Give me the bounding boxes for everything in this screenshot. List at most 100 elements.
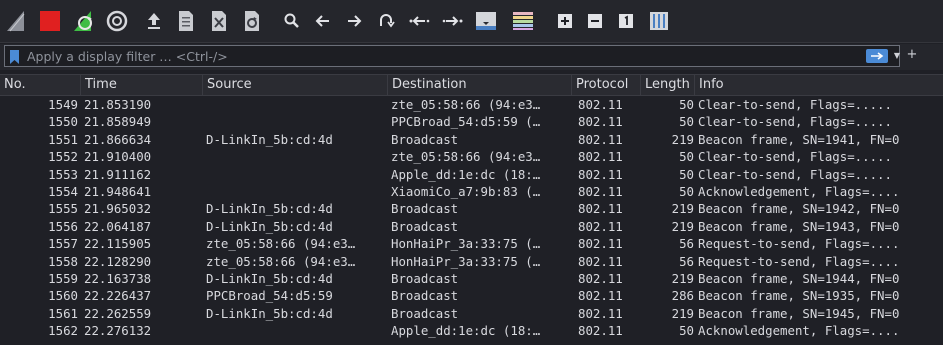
capture-options-icon[interactable] — [103, 7, 131, 35]
cell-protocol: 802.11 — [578, 166, 623, 182]
column-header-length[interactable]: Length — [640, 75, 694, 95]
cell-no: 1549 — [48, 97, 78, 112]
cell-protocol: 802.11 — [578, 323, 623, 339]
go-back-icon[interactable] — [309, 7, 337, 35]
cell-info: Request-to-send, Flags=.... — [698, 253, 900, 269]
cell-no: 1560 — [48, 288, 78, 304]
last-packet-icon[interactable] — [439, 7, 467, 35]
cell-protocol: 802.11 — [578, 288, 623, 304]
main-toolbar — [0, 0, 943, 43]
zoom-in-icon[interactable] — [551, 7, 579, 35]
chevron-down-icon[interactable]: ▼ — [892, 49, 902, 63]
go-forward-icon[interactable] — [340, 7, 368, 35]
cell-no: 1561 — [48, 305, 78, 321]
table-row[interactable]: 1561 22.262559 D-LinkIn_5b:cd:4d Broadca… — [0, 305, 943, 322]
cell-no: 1559 — [48, 270, 78, 286]
packet-list: 1549 21.853190 zte_05:58:66 (94:e3… 802.… — [0, 96, 943, 345]
start-capture-icon[interactable] — [3, 7, 31, 35]
column-header-info[interactable]: Info — [694, 75, 943, 95]
add-filter-button-icon[interactable]: + — [906, 48, 918, 62]
column-header-no[interactable]: No. — [0, 75, 80, 95]
cell-length: 50 — [679, 97, 694, 112]
cell-destination: Apple_dd:1e:dc (18:… — [391, 166, 541, 182]
cell-no: 1550 — [48, 114, 78, 130]
auto-scroll-icon[interactable] — [472, 7, 500, 35]
cell-time: 21.853190 — [84, 97, 152, 112]
table-row[interactable]: 1556 22.064187 D-LinkIn_5b:cd:4d Broadca… — [0, 218, 943, 235]
table-row[interactable]: 1560 22.226437 PPCBroad_54:d5:59 Broadca… — [0, 287, 943, 304]
display-filter-input[interactable] — [27, 46, 847, 66]
table-row[interactable]: 1557 22.115905 zte_05:58:66 (94:e3… HonH… — [0, 235, 943, 252]
cell-source: D-LinkIn_5b:cd:4d — [206, 218, 333, 234]
cell-info: Beacon frame, SN=1942, FN=0 — [698, 201, 900, 217]
cell-source: D-LinkIn_5b:cd:4d — [206, 305, 333, 321]
cell-info: Beacon frame, SN=1941, FN=0 — [698, 131, 900, 147]
cell-protocol: 802.11 — [578, 97, 623, 112]
cell-destination: Broadcast — [391, 131, 459, 147]
cell-time: 22.115905 — [84, 236, 152, 252]
table-row[interactable]: 1549 21.853190 zte_05:58:66 (94:e3… 802.… — [0, 96, 943, 113]
cell-destination: Broadcast — [391, 270, 459, 286]
cell-no: 1554 — [48, 183, 78, 199]
table-row[interactable]: 1551 21.866634 D-LinkIn_5b:cd:4d Broadca… — [0, 131, 943, 148]
cell-length: 50 — [679, 114, 694, 130]
bookmark-icon[interactable] — [9, 49, 20, 64]
table-row[interactable]: 1555 21.965032 D-LinkIn_5b:cd:4d Broadca… — [0, 200, 943, 217]
cell-time: 21.965032 — [84, 201, 152, 217]
zoom-out-icon[interactable] — [581, 7, 609, 35]
cell-info: Clear-to-send, Flags=..... — [698, 166, 892, 182]
cell-length: 56 — [679, 253, 694, 269]
cell-info: Beacon frame, SN=1944, FN=0 — [698, 270, 900, 286]
open-file-icon[interactable] — [140, 7, 168, 35]
cell-protocol: 802.11 — [578, 270, 623, 286]
first-packet-icon[interactable] — [405, 7, 433, 35]
cell-destination: Broadcast — [391, 201, 459, 217]
cell-no: 1551 — [48, 131, 78, 147]
cell-time: 22.163738 — [84, 270, 152, 286]
cell-destination: XiaomiCo_a7:9b:83 (… — [391, 183, 541, 199]
cell-no: 1556 — [48, 218, 78, 234]
go-to-packet-icon[interactable] — [372, 7, 400, 35]
cell-length: 56 — [679, 236, 694, 252]
cell-info: Acknowledgement, Flags=.... — [698, 183, 900, 199]
cell-info: Request-to-send, Flags=.... — [698, 236, 900, 252]
column-header-protocol[interactable]: Protocol — [571, 75, 640, 95]
column-header-source[interactable]: Source — [202, 75, 387, 95]
cell-destination: HonHaiPr_3a:33:75 (… — [391, 236, 541, 252]
cell-length: 50 — [679, 149, 694, 165]
colorize-icon[interactable] — [509, 7, 537, 35]
cell-info: Beacon frame, SN=1935, FN=0 — [698, 288, 900, 304]
cell-protocol: 802.11 — [578, 305, 623, 321]
cell-length: 50 — [679, 166, 694, 182]
find-packet-icon[interactable] — [278, 7, 306, 35]
cell-time: 22.276132 — [84, 323, 152, 339]
column-header-destination[interactable]: Destination — [387, 75, 571, 95]
restart-capture-icon[interactable] — [70, 7, 98, 35]
reload-file-icon[interactable] — [238, 7, 266, 35]
stop-capture-icon[interactable] — [36, 7, 64, 35]
cell-source: zte_05:58:66 (94:e3… — [206, 236, 356, 252]
column-header-time[interactable]: Time — [80, 75, 202, 95]
table-row[interactable]: 1559 22.163738 D-LinkIn_5b:cd:4d Broadca… — [0, 270, 943, 287]
cell-info: Acknowledgement, Flags=.... — [698, 323, 900, 339]
cell-length: 50 — [679, 323, 694, 339]
resize-columns-icon[interactable] — [645, 7, 673, 35]
table-row[interactable]: 1562 22.276132 Apple_dd:1e:dc (18:… 802.… — [0, 322, 943, 339]
cell-source: PPCBroad_54:d5:59 — [206, 288, 333, 304]
table-row[interactable]: 1552 21.910400 zte_05:58:66 (94:e3… 802.… — [0, 148, 943, 165]
close-file-icon[interactable] — [205, 7, 233, 35]
cell-time: 22.064187 — [84, 218, 152, 234]
table-row[interactable]: 1550 21.858949 PPCBroad_54:d5:59 (… 802.… — [0, 113, 943, 130]
cell-info: Clear-to-send, Flags=..... — [698, 114, 892, 130]
packet-list-header: No. Time Source Destination Protocol Len… — [0, 74, 943, 96]
cell-no: 1553 — [48, 166, 78, 182]
apply-filter-icon[interactable] — [866, 49, 888, 63]
save-file-icon[interactable] — [172, 7, 200, 35]
table-row[interactable]: 1554 21.948641 XiaomiCo_a7:9b:83 (… 802.… — [0, 183, 943, 200]
cell-time: 22.226437 — [84, 288, 152, 304]
table-row[interactable]: 1558 22.128290 zte_05:58:66 (94:e3… HonH… — [0, 253, 943, 270]
cell-time: 22.262559 — [84, 305, 152, 321]
table-row[interactable]: 1553 21.911162 Apple_dd:1e:dc (18:… 802.… — [0, 166, 943, 183]
normal-size-icon[interactable] — [612, 7, 640, 35]
cell-destination: zte_05:58:66 (94:e3… — [391, 149, 541, 165]
